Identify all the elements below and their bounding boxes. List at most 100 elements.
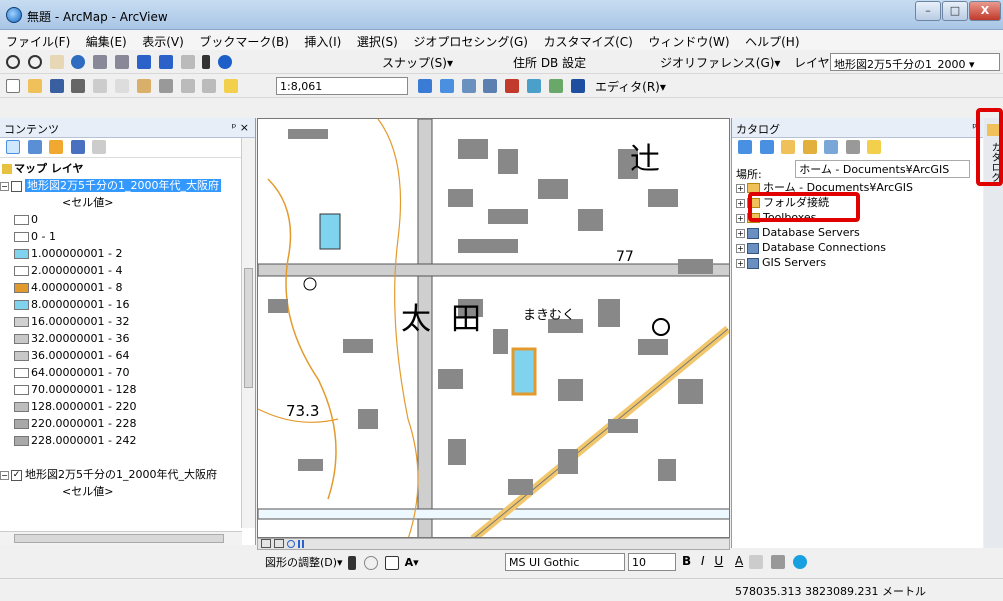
delete-icon[interactable] bbox=[158, 78, 173, 93]
help-pointer-icon[interactable] bbox=[570, 78, 585, 93]
model-builder-icon[interactable] bbox=[548, 78, 563, 93]
identify-icon[interactable] bbox=[218, 54, 233, 69]
scale-dropdown[interactable]: 1:8,061 bbox=[276, 77, 408, 95]
legend-swatch[interactable] bbox=[14, 334, 29, 344]
menu-bookmark[interactable]: ブックマーク(B) bbox=[193, 30, 295, 50]
new-document-icon[interactable] bbox=[6, 78, 20, 93]
back-icon[interactable] bbox=[738, 140, 752, 154]
layer1-name[interactable]: 地形図2万5千分の1_2000年代_大阪府 bbox=[25, 179, 221, 192]
legend-swatch[interactable] bbox=[14, 368, 29, 378]
topographic-map[interactable]: 太 田 まきむく 73.3 77 辻 bbox=[258, 119, 730, 538]
add-data-icon[interactable] bbox=[224, 78, 239, 93]
line-color-icon[interactable] bbox=[770, 554, 785, 569]
legend-swatch[interactable] bbox=[14, 385, 29, 395]
list-by-drawing-order-icon[interactable] bbox=[6, 140, 20, 154]
legend-swatch[interactable] bbox=[14, 249, 29, 259]
layer2-visibility-checkbox[interactable]: ✓ bbox=[11, 469, 22, 481]
legend-swatch[interactable] bbox=[14, 419, 29, 429]
forward-icon[interactable] bbox=[759, 140, 774, 154]
connect-folder-icon[interactable] bbox=[824, 140, 838, 154]
legend-swatch[interactable] bbox=[14, 317, 29, 327]
print-icon[interactable] bbox=[71, 78, 86, 93]
cut-icon[interactable] bbox=[93, 78, 108, 93]
fixed-zoom-out-icon[interactable] bbox=[115, 54, 130, 69]
minimize-button[interactable]: – bbox=[915, 1, 941, 21]
drawing-menu[interactable]: 図形の調整(D)▾ bbox=[265, 556, 343, 569]
options-icon[interactable] bbox=[92, 140, 106, 154]
editor-menu[interactable]: エディタ(R)▾ bbox=[595, 80, 666, 94]
open-folder-icon[interactable] bbox=[27, 78, 42, 93]
toc-pin-close[interactable]: ᵖ × bbox=[232, 121, 249, 134]
legend-swatch[interactable] bbox=[14, 232, 29, 242]
menu-edit[interactable]: 編集(E) bbox=[80, 30, 133, 50]
location-field[interactable]: ホーム - Documents¥ArcGIS bbox=[795, 160, 971, 178]
list-by-selection-icon[interactable] bbox=[70, 140, 85, 154]
new-item-icon[interactable] bbox=[867, 140, 881, 154]
underline-button[interactable]: U bbox=[714, 554, 723, 568]
undo-icon[interactable] bbox=[180, 78, 195, 93]
search-window-icon[interactable] bbox=[483, 78, 498, 93]
menu-customize[interactable]: カスタマイズ(C) bbox=[537, 30, 638, 50]
select-elements-icon[interactable] bbox=[348, 556, 357, 570]
editor-toolbar-icon[interactable] bbox=[418, 78, 432, 93]
menu-window[interactable]: ウィンドウ(W) bbox=[642, 30, 735, 50]
fixed-zoom-in-icon[interactable] bbox=[93, 54, 108, 69]
zoom-in-icon[interactable] bbox=[6, 54, 20, 69]
list-by-source-icon[interactable] bbox=[27, 140, 42, 154]
snapping-menu[interactable]: スナップ(S)▾ bbox=[382, 56, 453, 70]
fill-color-icon[interactable] bbox=[749, 554, 764, 569]
select-features-icon[interactable] bbox=[180, 54, 195, 69]
zoom-out-icon[interactable] bbox=[27, 54, 42, 69]
paste-icon[interactable] bbox=[136, 78, 151, 93]
georeferencing-menu[interactable]: ジオリファレンス(G)▾ bbox=[660, 56, 780, 70]
arctoolbox-icon[interactable] bbox=[505, 78, 520, 93]
address-db-menu[interactable]: 住所 DB 設定 bbox=[513, 56, 586, 70]
hscroll-thumb[interactable] bbox=[14, 534, 224, 543]
copy-icon[interactable] bbox=[115, 78, 130, 93]
menu-help[interactable]: ヘルプ(H) bbox=[739, 30, 805, 50]
layer2-name[interactable]: 地形図2万5千分の1_2000年代_大阪府 bbox=[25, 468, 217, 481]
map-layers-node[interactable]: マップ レイヤ bbox=[0, 160, 240, 177]
map-view[interactable]: 太 田 まきむく 73.3 77 辻 bbox=[257, 118, 730, 538]
legend-swatch[interactable] bbox=[14, 283, 29, 293]
legend-swatch[interactable] bbox=[14, 215, 29, 225]
save-icon[interactable] bbox=[49, 78, 64, 93]
font-color-button[interactable]: A bbox=[735, 554, 743, 568]
layer-dropdown[interactable]: 地形図2万5千分の1_2000 ▾ bbox=[830, 53, 1000, 71]
tree-item-database-connections[interactable]: + Database Connections bbox=[736, 240, 913, 255]
home-icon[interactable] bbox=[802, 140, 817, 154]
layer2-row[interactable]: − ✓ 地形図2万5千分の1_2000年代_大阪府 bbox=[0, 466, 240, 483]
menu-view[interactable]: 表示(V) bbox=[136, 30, 190, 50]
layout-view-icon[interactable] bbox=[273, 539, 284, 548]
scroll-thumb[interactable] bbox=[244, 268, 253, 388]
list-by-visibility-icon[interactable] bbox=[49, 140, 63, 154]
toc-horizontal-scrollbar[interactable] bbox=[0, 531, 242, 545]
forward-arrow-icon[interactable] bbox=[158, 54, 173, 69]
menu-select[interactable]: 選択(S) bbox=[351, 30, 404, 50]
font-size-dropdown[interactable]: 10 bbox=[628, 553, 676, 571]
tree-item-gis-servers[interactable]: + GIS Servers bbox=[736, 255, 913, 270]
bold-button[interactable]: B bbox=[682, 554, 691, 568]
collapse-icon[interactable]: − bbox=[0, 181, 9, 191]
legend-swatch[interactable] bbox=[14, 402, 29, 412]
redo-icon[interactable] bbox=[202, 78, 217, 93]
italic-button[interactable]: I bbox=[701, 554, 705, 568]
pause-icon[interactable] bbox=[297, 540, 304, 548]
layer1-row[interactable]: − 地形図2万5千分の1_2000年代_大阪府 bbox=[0, 177, 240, 194]
collapse-icon[interactable]: − bbox=[0, 470, 9, 480]
back-arrow-icon[interactable] bbox=[136, 54, 151, 69]
legend-swatch[interactable] bbox=[14, 351, 29, 361]
pan-icon[interactable] bbox=[49, 54, 64, 69]
layer1-visibility-checkbox[interactable] bbox=[11, 180, 22, 192]
font-dropdown[interactable]: MS UI Gothic bbox=[505, 553, 625, 571]
data-view-icon[interactable] bbox=[261, 539, 271, 548]
refresh-icon[interactable] bbox=[286, 540, 295, 548]
close-button[interactable]: X bbox=[969, 1, 1001, 21]
toc-vertical-scrollbar[interactable] bbox=[241, 138, 255, 528]
menu-insert[interactable]: 挿入(I) bbox=[298, 30, 347, 50]
catalog-window-icon[interactable] bbox=[461, 78, 476, 93]
full-extent-icon[interactable] bbox=[71, 54, 86, 69]
menu-file[interactable]: ファイル(F) bbox=[0, 30, 76, 50]
legend-swatch[interactable] bbox=[14, 266, 29, 276]
up-folder-icon[interactable] bbox=[781, 140, 795, 154]
